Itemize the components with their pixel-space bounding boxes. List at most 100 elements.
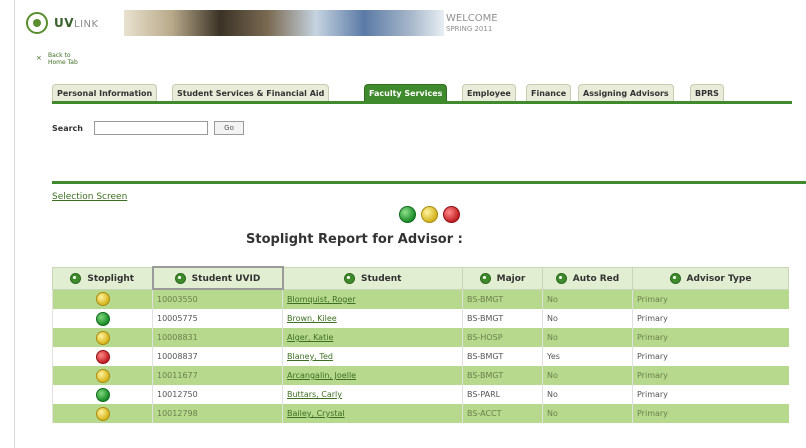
uvid-cell: 10008831: [152, 328, 283, 347]
student-link[interactable]: Blomquist, Roger: [287, 295, 356, 304]
advisor-type-cell: Primary: [632, 328, 789, 347]
advisor-type-cell: Primary: [632, 289, 789, 309]
sort-icon: [669, 272, 681, 284]
stoplight-cell: [52, 366, 153, 385]
auto-red-cell: No: [542, 289, 633, 309]
yellow-light-icon: [421, 206, 438, 223]
student-link[interactable]: Arcangalin, Joelle: [287, 371, 356, 380]
major-cell: BS-BMGT: [462, 309, 543, 328]
major-cell: BS-BMGT: [462, 347, 543, 366]
tab-employee[interactable]: Employee: [462, 84, 516, 102]
uvid-cell: 10005775: [152, 309, 283, 328]
sort-icon: [344, 272, 356, 284]
uvid-cell: 10012750: [152, 385, 283, 404]
banner-photo-strip: [124, 10, 444, 36]
stoplight-table: Stoplight Student UVID Student Major Aut…: [52, 266, 789, 423]
tab-faculty-services[interactable]: Faculty Services: [364, 84, 448, 102]
sort-icon: [70, 272, 82, 284]
major-cell: BS-HOSP: [462, 328, 543, 347]
table-row: 10012798 Bailey, Crystal BS-ACCT No Prim…: [52, 404, 789, 423]
student-link[interactable]: Brown, Kilee: [287, 314, 337, 323]
table-row: 10003550 Blomquist, Roger BS-BMGT No Pri…: [52, 289, 789, 309]
yellow-light-icon: [95, 330, 110, 345]
advisor-type-cell: Primary: [632, 404, 789, 423]
advisor-type-cell: Primary: [632, 309, 789, 328]
student-cell: Brown, Kilee: [282, 309, 463, 328]
selection-screen-link[interactable]: Selection Screen: [52, 192, 127, 202]
back-icon[interactable]: ×: [36, 54, 42, 62]
uvid-cell: 10012798: [152, 404, 283, 423]
advisor-type-cell: Primary: [632, 347, 789, 366]
major-cell: BS-BMGT: [462, 366, 543, 385]
auto-red-cell: No: [542, 366, 633, 385]
column-header-student-uvid[interactable]: Student UVID: [151, 266, 284, 290]
major-cell: BS-PARL: [462, 385, 543, 404]
tab-assigning-advisors[interactable]: Assigning Advisors: [578, 84, 674, 102]
column-header-major[interactable]: Major: [462, 266, 543, 290]
uvid-cell: 10008837: [152, 347, 283, 366]
tab-personal-information[interactable]: Personal Information: [52, 84, 158, 102]
yellow-light-icon: [95, 292, 110, 307]
column-header-stoplight[interactable]: Stoplight: [52, 266, 153, 290]
advisor-type-cell: Primary: [632, 385, 789, 404]
student-cell: Alger, Katie: [282, 328, 463, 347]
stoplight-cell: [52, 309, 153, 328]
stoplight-cell: [52, 347, 153, 366]
green-light-icon: [95, 387, 110, 402]
auto-red-cell: No: [542, 328, 633, 347]
student-link[interactable]: Bailey, Crystal: [287, 409, 345, 418]
stoplight-cell: [52, 328, 153, 347]
uvlink-logo-icon: [26, 12, 48, 34]
tab-finance[interactable]: Finance: [526, 84, 572, 102]
sort-icon: [174, 272, 186, 284]
sort-icon: [555, 272, 567, 284]
search-label: Search: [52, 124, 83, 133]
table-row: 10012750 Buttars, Carly BS-PARL No Prima…: [52, 385, 789, 404]
back-to-home-tab-link[interactable]: Back to Home Tab: [48, 52, 78, 66]
student-link[interactable]: Alger, Katie: [287, 333, 333, 342]
stoplight-cell: [52, 404, 153, 423]
go-button[interactable]: Go: [214, 121, 244, 135]
table-row: 10005775 Brown, Kilee BS-BMGT No Primary: [52, 309, 789, 328]
auto-red-cell: No: [542, 309, 633, 328]
student-link[interactable]: Blaney, Ted: [287, 352, 333, 361]
advisor-type-cell: Primary: [632, 366, 789, 385]
student-link[interactable]: Buttars, Carly: [287, 390, 342, 399]
table-row: 10008831 Alger, Katie BS-HOSP No Primary: [52, 328, 789, 347]
column-header-auto-red[interactable]: Auto Red: [542, 266, 633, 290]
student-cell: Buttars, Carly: [282, 385, 463, 404]
section-divider: [52, 181, 806, 184]
uvid-cell: 10003550: [152, 289, 283, 309]
red-light-icon: [443, 206, 460, 223]
tab-underline: [52, 101, 792, 104]
uvlink-banner: UVLINK WELCOME SPRING 2011: [26, 10, 546, 40]
tab-bprs[interactable]: BPRS: [690, 84, 724, 102]
student-cell: Blomquist, Roger: [282, 289, 463, 309]
column-header-student[interactable]: Student: [282, 266, 463, 290]
student-cell: Bailey, Crystal: [282, 404, 463, 423]
auto-red-cell: Yes: [542, 347, 633, 366]
stoplight-cell: [52, 385, 153, 404]
auto-red-cell: No: [542, 385, 633, 404]
sort-icon: [479, 272, 491, 284]
column-header-advisor-type[interactable]: Advisor Type: [632, 266, 789, 290]
major-cell: BS-ACCT: [462, 404, 543, 423]
yellow-light-icon: [95, 406, 110, 421]
logo-text: UVLINK: [54, 16, 99, 30]
welcome-text: WELCOME SPRING 2011: [446, 13, 498, 34]
student-cell: Blaney, Ted: [282, 347, 463, 366]
search-input[interactable]: [94, 121, 208, 135]
table-row: 10008837 Blaney, Ted BS-BMGT Yes Primary: [52, 347, 789, 366]
stoplight-legend: [399, 206, 469, 226]
auto-red-cell: No: [542, 404, 633, 423]
major-cell: BS-BMGT: [462, 289, 543, 309]
yellow-light-icon: [95, 368, 110, 383]
table-row: 10011677 Arcangalin, Joelle BS-BMGT No P…: [52, 366, 789, 385]
green-light-icon: [95, 311, 110, 326]
green-light-icon: [399, 206, 416, 223]
table-header-row: Stoplight Student UVID Student Major Aut…: [52, 266, 789, 290]
red-light-icon: [95, 349, 110, 364]
tab-student-services-financial-aid[interactable]: Student Services & Financial Aid: [172, 84, 330, 102]
uvid-cell: 10011677: [152, 366, 283, 385]
report-title: Stoplight Report for Advisor :: [246, 232, 463, 247]
